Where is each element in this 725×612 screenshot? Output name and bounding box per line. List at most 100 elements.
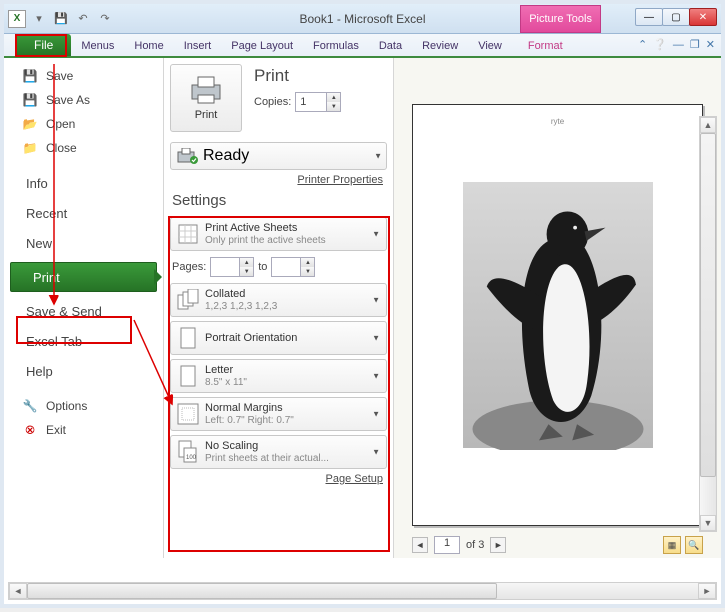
nav-close[interactable]: 📁 Close: [4, 136, 163, 160]
tab-formulas[interactable]: Formulas: [303, 36, 369, 56]
nav-save[interactable]: 💾Save: [4, 64, 163, 88]
nav-save-send[interactable]: Save & Send: [4, 296, 163, 326]
orientation-selector[interactable]: Portrait Orientation ▼: [170, 321, 387, 355]
prev-page-button[interactable]: ◄: [412, 537, 428, 553]
tab-format[interactable]: Format: [518, 36, 573, 56]
spinner-up-icon[interactable]: ▲: [301, 258, 314, 267]
close-button[interactable]: ✕: [689, 8, 717, 26]
scroll-right-button[interactable]: ►: [698, 583, 716, 599]
maximize-button[interactable]: ▢: [662, 8, 690, 26]
ribbon-help-controls: ⌃ ❔ — ❐ ✕: [638, 38, 715, 51]
collated-icon: [177, 287, 199, 313]
zoom-to-page-button[interactable]: 🔍: [685, 536, 703, 554]
nav-new[interactable]: New: [4, 228, 163, 258]
printer-selector[interactable]: Ready ▼: [170, 142, 387, 170]
preview-vertical-scrollbar[interactable]: ▲ ▼: [699, 116, 717, 532]
nav-print[interactable]: Print: [10, 262, 157, 292]
collation-selector[interactable]: Collated1,2,3 1,2,3 1,2,3 ▼: [170, 283, 387, 317]
pages-from-spinner[interactable]: ▲▼: [210, 257, 254, 277]
tab-review[interactable]: Review: [412, 36, 468, 56]
nav-options-label: Options: [46, 399, 87, 413]
spinner-down-icon[interactable]: ▼: [327, 102, 340, 111]
nav-info-label: Info: [26, 176, 48, 191]
nav-help[interactable]: Help: [4, 356, 163, 386]
nav-exit[interactable]: ⮿Exit: [4, 418, 163, 442]
minimize-button[interactable]: —: [635, 8, 663, 26]
printer-properties-link[interactable]: Printer Properties: [170, 174, 387, 186]
copies-row: Copies: 1 ▲▼: [254, 92, 341, 112]
dropdown-icon: ▼: [372, 230, 380, 239]
window-controls: — ▢ ✕: [636, 8, 717, 26]
nav-recent[interactable]: Recent: [4, 198, 163, 228]
scaling-selector[interactable]: 100 No ScalingPrint sheets at their actu…: [170, 435, 387, 469]
nav-open[interactable]: 📂Open: [4, 112, 163, 136]
tab-data[interactable]: Data: [369, 36, 412, 56]
tab-view[interactable]: View: [468, 36, 512, 56]
collation-title: Collated: [205, 288, 277, 301]
undo-icon[interactable]: ↶: [74, 10, 92, 28]
printer-status-label: Ready: [203, 147, 249, 165]
spinner-down-icon[interactable]: ▼: [240, 267, 253, 276]
ribbon-tabs: File Menus Home Insert Page Layout Formu…: [4, 34, 721, 58]
pages-label: Pages:: [172, 261, 206, 273]
paper-size-selector[interactable]: Letter8.5" x 11" ▼: [170, 359, 387, 393]
margins-selector[interactable]: Normal MarginsLeft: 0.7" Right: 0.7" ▼: [170, 397, 387, 431]
spinner-down-icon[interactable]: ▼: [301, 267, 314, 276]
next-page-button[interactable]: ►: [490, 537, 506, 553]
tab-page-layout[interactable]: Page Layout: [221, 36, 303, 56]
page-number-field[interactable]: 1: [434, 536, 460, 554]
margins-title: Normal Margins: [205, 402, 294, 415]
scroll-down-button[interactable]: ▼: [700, 515, 716, 531]
close-file-icon: 📁: [22, 140, 38, 156]
scaling-title: No Scaling: [205, 440, 329, 453]
minimize-ribbon-icon[interactable]: ⌃: [638, 38, 647, 51]
show-margins-button[interactable]: ▦: [663, 536, 681, 554]
pages-to-spinner[interactable]: ▲▼: [271, 257, 315, 277]
workbook-close-icon[interactable]: ✕: [706, 38, 715, 51]
scroll-thumb[interactable]: [27, 583, 497, 599]
help-icon[interactable]: ❔: [653, 38, 667, 51]
scroll-track[interactable]: [700, 133, 716, 515]
file-tab[interactable]: File: [16, 34, 71, 56]
page-setup-link[interactable]: Page Setup: [170, 473, 387, 485]
nav-info[interactable]: Info: [4, 168, 163, 198]
dropdown-icon: ▼: [372, 448, 380, 457]
portrait-icon: [177, 325, 199, 351]
scroll-left-button[interactable]: ◄: [9, 583, 27, 599]
window-horizontal-scrollbar[interactable]: ◄ ►: [8, 582, 717, 600]
tab-home[interactable]: Home: [124, 36, 173, 56]
print-button-label: Print: [195, 109, 218, 121]
nav-save-as-label: Save As: [46, 93, 90, 107]
workbook-minimize-icon[interactable]: —: [673, 39, 684, 51]
nav-excel-tab[interactable]: Excel Tab: [4, 326, 163, 356]
printer-icon: [188, 75, 224, 105]
print-button[interactable]: Print: [170, 64, 242, 132]
nav-exit-label: Exit: [46, 423, 66, 437]
backstage-nav: 💾Save 💾Save As 📂Open 📁Close Info Recent …: [4, 58, 164, 558]
workbook-restore-icon[interactable]: ❐: [690, 38, 700, 51]
qat-dropdown-icon[interactable]: ▾: [30, 10, 48, 28]
tab-insert[interactable]: Insert: [174, 36, 222, 56]
settings-heading: Settings: [172, 192, 387, 209]
save-icon[interactable]: 💾: [52, 10, 70, 28]
print-settings-panel: Print Print Copies: 1 ▲▼: [164, 58, 394, 558]
redo-icon[interactable]: ↷: [96, 10, 114, 28]
pages-range-row: Pages: ▲▼ to ▲▼: [170, 255, 387, 279]
scroll-thumb[interactable]: [700, 133, 716, 477]
print-what-selector[interactable]: Print Active SheetsOnly print the active…: [170, 217, 387, 251]
backstage-view: 💾Save 💾Save As 📂Open 📁Close Info Recent …: [4, 58, 721, 558]
nav-options[interactable]: 🔧 Options: [4, 394, 163, 418]
contextual-tab-picture-tools[interactable]: Picture Tools: [520, 5, 601, 33]
copies-spinner[interactable]: 1 ▲▼: [295, 92, 341, 112]
scroll-track[interactable]: [27, 583, 698, 599]
spinner-up-icon[interactable]: ▲: [240, 258, 253, 267]
nav-save-send-label: Save & Send: [26, 304, 102, 319]
spinner-up-icon[interactable]: ▲: [327, 93, 340, 102]
options-icon: 🔧: [22, 398, 38, 414]
nav-save-as[interactable]: 💾Save As: [4, 88, 163, 112]
tab-menus[interactable]: Menus: [71, 36, 124, 56]
dropdown-icon: ▼: [374, 152, 382, 161]
scroll-up-button[interactable]: ▲: [700, 117, 716, 133]
print-action-block: Print Print Copies: 1 ▲▼: [170, 64, 387, 132]
nav-close-label: Close: [46, 141, 77, 155]
